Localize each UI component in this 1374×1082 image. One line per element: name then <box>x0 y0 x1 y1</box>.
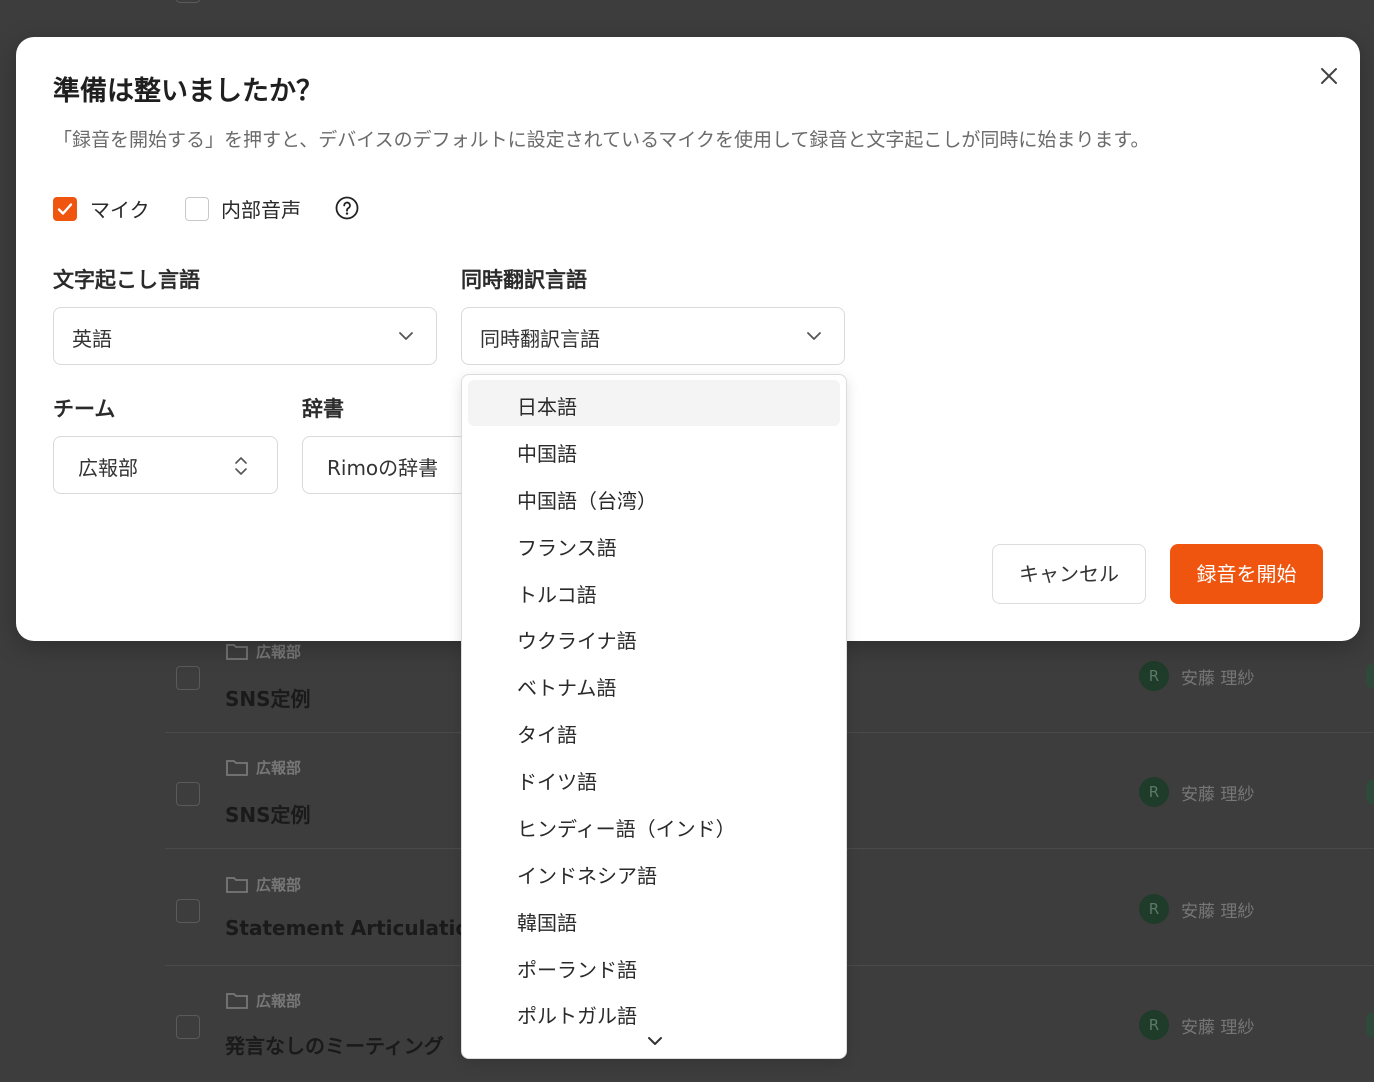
row-checkbox[interactable] <box>176 782 200 806</box>
transcription-language-select[interactable]: 英語 <box>53 307 437 365</box>
row-title[interactable]: SNS定例 <box>225 683 311 712</box>
avatar: R <box>1139 894 1169 924</box>
row-owner: 安藤 理紗 <box>1181 669 1255 689</box>
transcription-language-label: 文字起こし言語 <box>53 268 200 292</box>
dropdown-option[interactable]: フランス語 <box>468 521 840 567</box>
row-title[interactable]: Statement Articulation <box>225 916 483 940</box>
status-badge <box>1366 1013 1374 1037</box>
folder-icon <box>226 877 248 893</box>
folder-icon <box>226 644 248 660</box>
row-title[interactable]: SNS定例 <box>225 799 311 828</box>
row-team: 広報部 <box>256 643 302 661</box>
option-label: 日本語 <box>517 395 577 419</box>
translation-language-label: 同時翻訳言語 <box>461 268 587 292</box>
option-label: 中国語（台湾） <box>517 489 657 513</box>
team-select[interactable]: 広報部 <box>53 436 278 494</box>
dropdown-option[interactable]: ベトナム語 <box>468 661 840 707</box>
row-team: 広報部 <box>256 759 302 777</box>
avatar: R <box>1139 661 1169 691</box>
internal-audio-label[interactable]: 内部音声 <box>221 194 301 223</box>
translation-language-placeholder: 同時翻訳言語 <box>480 327 600 351</box>
dropdown-option[interactable]: ヒンディー語（インド） <box>468 802 840 848</box>
option-label: 中国語 <box>517 442 577 466</box>
avatar: R <box>1139 777 1169 807</box>
option-label: ヒンディー語（インド） <box>517 817 736 841</box>
dropdown-option[interactable]: 中国語（台湾） <box>468 474 840 520</box>
row-owner: 安藤 理紗 <box>1181 1018 1255 1038</box>
avatar: R <box>1139 1010 1169 1040</box>
dropdown-option[interactable]: ウクライナ語 <box>468 614 840 660</box>
close-icon[interactable] <box>1319 66 1339 86</box>
dropdown-option[interactable]: タイ語 <box>468 708 840 754</box>
folder-icon <box>226 993 248 1009</box>
dictionary-label: 辞書 <box>302 397 344 421</box>
status-badge <box>1366 664 1374 688</box>
help-icon[interactable] <box>335 196 359 220</box>
option-label: インドネシア語 <box>517 864 657 888</box>
translation-language-select[interactable]: 同時翻訳言語 <box>461 307 845 365</box>
chevron-down-icon <box>807 332 821 340</box>
dropdown-option[interactable]: ポルトガル語 <box>468 989 840 1035</box>
folder-icon <box>226 760 248 776</box>
transcription-language-value: 英語 <box>72 327 112 351</box>
option-label: タイ語 <box>517 723 577 747</box>
mic-checkbox[interactable] <box>53 197 77 221</box>
option-label: トルコ語 <box>517 583 597 607</box>
cancel-button[interactable]: キャンセル <box>992 544 1146 604</box>
option-label: ポーランド語 <box>517 958 637 982</box>
mic-label[interactable]: マイク <box>90 194 150 223</box>
translation-language-dropdown: 日本語 中国語 中国語（台湾） フランス語 トルコ語 ウクライナ語 ベトナム語 … <box>461 374 847 1059</box>
option-label: ウクライナ語 <box>517 629 637 653</box>
dropdown-option[interactable]: トルコ語 <box>468 568 840 614</box>
start-recording-button[interactable]: 録音を開始 <box>1170 544 1323 604</box>
row-title[interactable]: 発言なしのミーティング <box>225 1030 444 1059</box>
row-team: 広報部 <box>256 876 302 894</box>
modal-title: 準備は整いましたか？ <box>53 76 323 107</box>
modal-description: 「録音を開始する」を押すと、デバイスのデフォルトに設定されているマイクを使用して… <box>53 129 1150 151</box>
scroll-down-chevron-icon[interactable] <box>647 1035 663 1047</box>
check-icon <box>57 203 73 215</box>
dropdown-option[interactable]: インドネシア語 <box>468 849 840 895</box>
team-value: 広報部 <box>78 456 138 480</box>
internal-audio-checkbox[interactable] <box>185 197 209 221</box>
team-label: チーム <box>53 397 116 421</box>
status-badge <box>1366 780 1374 804</box>
row-checkbox[interactable] <box>176 1015 200 1039</box>
dropdown-option[interactable]: ドイツ語 <box>468 755 840 801</box>
option-label: ポルトガル語 <box>517 1004 637 1028</box>
dropdown-option[interactable]: 韓国語 <box>468 896 840 942</box>
row-owner: 安藤 理紗 <box>1181 902 1255 922</box>
option-label: ドイツ語 <box>517 770 597 794</box>
row-team: 広報部 <box>256 992 302 1010</box>
option-label: 韓国語 <box>517 911 577 935</box>
row-checkbox[interactable] <box>176 0 200 3</box>
updown-chevron-icon <box>235 457 247 475</box>
dictionary-value: Rimoの辞書 <box>327 456 439 480</box>
row-owner: 安藤 理紗 <box>1181 785 1255 805</box>
dropdown-option[interactable]: ポーランド語 <box>468 943 840 989</box>
option-label: ベトナム語 <box>517 676 617 700</box>
row-checkbox[interactable] <box>176 666 200 690</box>
dropdown-option[interactable]: 日本語 <box>468 380 840 426</box>
dropdown-option[interactable]: 中国語 <box>468 427 840 473</box>
row-checkbox[interactable] <box>176 899 200 923</box>
chevron-down-icon <box>399 332 413 340</box>
option-label: フランス語 <box>517 536 617 560</box>
